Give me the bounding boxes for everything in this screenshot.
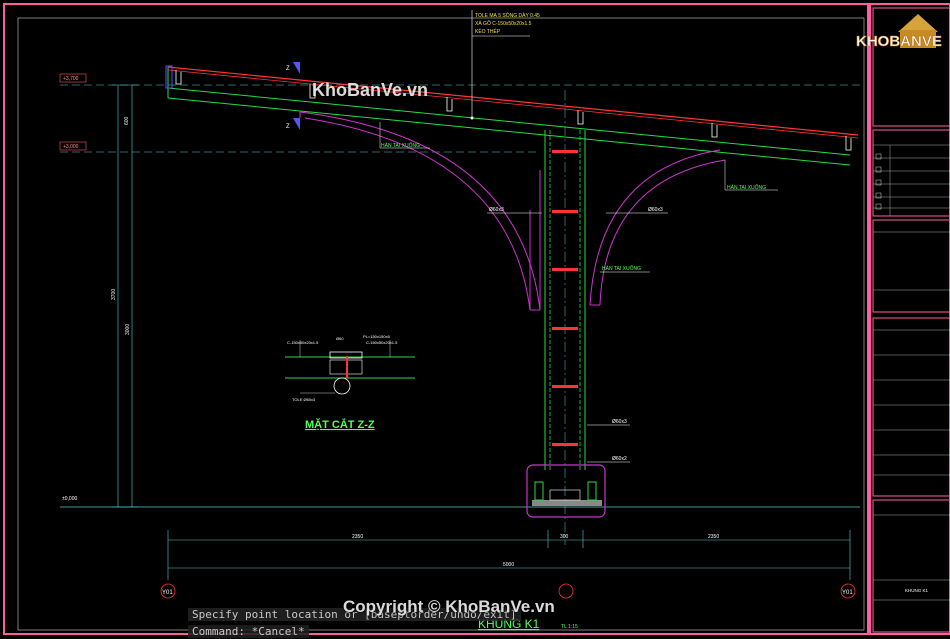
roof-note-1: TOLE MẠ 5 SÓNG DÀY 0.45	[475, 12, 540, 19]
dim-center: 300	[560, 534, 569, 540]
dim-3000-label: 3000	[125, 324, 131, 335]
pipe-column-label-2: Ø60x2	[612, 456, 627, 462]
dim-3700-label: 3700	[111, 289, 117, 300]
level-top-label: +3,700	[63, 76, 79, 82]
weld-right-label: HÀN TAI XUỐNG	[727, 184, 766, 191]
section-detail	[285, 340, 415, 395]
section-marks	[293, 62, 300, 130]
roof-rafter	[165, 65, 859, 166]
section-label-c: Ø60	[336, 336, 344, 341]
weld-leaders	[379, 122, 778, 273]
dim-600-label: 600	[124, 116, 130, 125]
grid-left-label: Y01	[162, 590, 173, 596]
pipe-column-label-1: Ø60x3	[612, 419, 627, 425]
steel-column	[526, 90, 606, 545]
level-markers: +3,700 +3,000 ±0,000	[59, 73, 860, 508]
drawing-frame-inner	[17, 17, 865, 631]
section-title: MẶT CẮT Z-Z	[305, 418, 375, 431]
logo-text: KHOBANVE	[856, 33, 942, 50]
horizontal-dimensions	[167, 530, 851, 580]
roof-note-2: XÀ GỒ C-150x50x20x1.5	[475, 20, 532, 27]
watermark-bottom: Copyright © KhoBanVe.vn	[343, 597, 555, 616]
section-label-a: C-150x50x20x1.5	[287, 340, 319, 345]
roof-note-3: KÈO THÉP	[475, 28, 501, 35]
drawing-frame	[3, 3, 869, 635]
section-mark-bottom: Z	[286, 124, 290, 130]
level-mid-label: +3,000	[63, 144, 79, 150]
pipe-right-label: Ø60x3	[648, 207, 663, 213]
frame-scale: TL 1:15	[561, 624, 578, 630]
weld-center-label: HÀN TAI XUỐNG	[602, 265, 641, 272]
section-label-d: PL=150x150x5	[363, 334, 391, 339]
pipe-left-label: Ø60x3	[489, 207, 504, 213]
weld-left-label: HÀN TAI XUỐNG	[381, 142, 420, 149]
cad-drawing-canvas[interactable]: KHOBANVE KHUNG K1 +3,700 +3,000 ±0,000 6…	[0, 0, 950, 639]
grid-right-label: Y01	[842, 590, 853, 596]
dim-right-span: 2350	[708, 534, 719, 540]
dim-total: 5000	[503, 562, 514, 568]
dim-left-span: 2350	[352, 534, 363, 540]
watermark-top: KhoBanVe.vn	[312, 80, 429, 100]
section-mark-top: Z	[286, 66, 290, 72]
section-pipe-label: TOLE Ø60x3	[292, 397, 316, 402]
title-block: KHOBANVE KHUNG K1	[856, 3, 950, 635]
grid-bubbles	[160, 583, 856, 599]
level-base-label: ±0,000	[62, 496, 77, 502]
title-block-drawing-name: KHUNG K1	[905, 588, 929, 593]
section-label-b: C-150x50x20x1.5	[366, 340, 398, 345]
command-input-line[interactable]: Command: *Cancel*	[188, 625, 309, 638]
